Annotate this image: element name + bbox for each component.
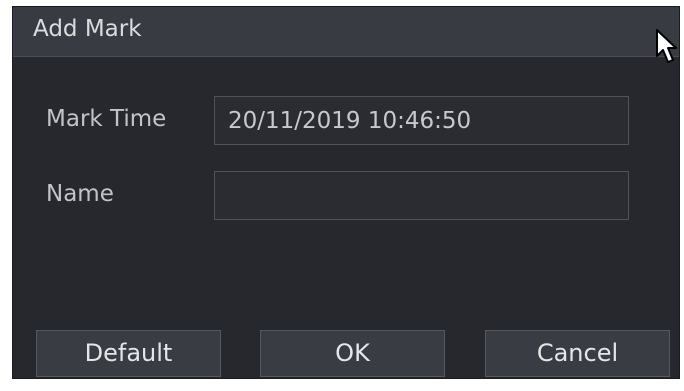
cancel-button[interactable]: Cancel: [485, 330, 670, 377]
mark-time-label: Mark Time: [46, 106, 167, 132]
name-field[interactable]: [214, 171, 629, 220]
dialog-title: Add Mark: [33, 16, 142, 42]
add-mark-dialog: Add Mark Mark Time Name Default OK Cance…: [12, 6, 680, 379]
ok-button[interactable]: OK: [260, 330, 445, 377]
mark-time-field[interactable]: [214, 96, 629, 145]
default-button[interactable]: Default: [36, 330, 221, 377]
dialog-titlebar[interactable]: Add Mark: [13, 7, 679, 57]
name-label: Name: [46, 181, 114, 207]
mouse-pointer-icon: [656, 29, 677, 63]
